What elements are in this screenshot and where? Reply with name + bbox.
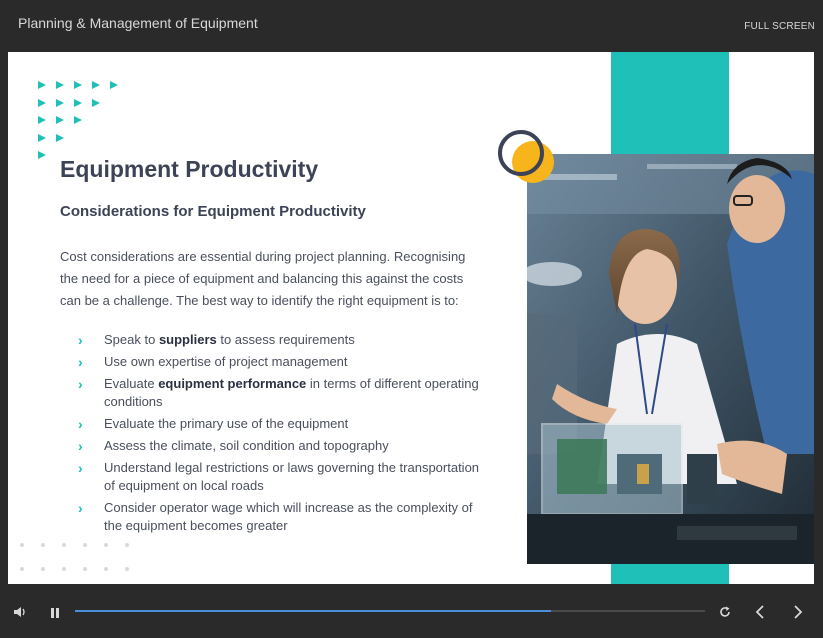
list-item: › Evaluate the primary use of the equipme… bbox=[78, 416, 349, 432]
list-item: › Assess the climate, soil condition and … bbox=[78, 438, 389, 454]
chevron-right-icon: › bbox=[78, 376, 83, 392]
list-item: › Consider operator wage which will incre… bbox=[78, 500, 473, 533]
course-title: Planning & Management of Equipment bbox=[18, 15, 258, 31]
player-controls bbox=[0, 586, 823, 638]
considerations-list: › Speak to suppliers to assess requiremen… bbox=[78, 331, 483, 539]
decorative-ring bbox=[498, 130, 544, 176]
slide-heading: Equipment Productivity bbox=[60, 156, 319, 182]
chevron-right-icon: › bbox=[78, 460, 83, 476]
volume-icon[interactable] bbox=[13, 605, 27, 624]
prev-icon[interactable] bbox=[754, 604, 766, 625]
intro-paragraph: Cost considerations are essential during… bbox=[60, 249, 466, 308]
list-item: › Understand legal restrictions or laws g… bbox=[78, 460, 480, 493]
fullscreen-button[interactable]: FULL SCREEN bbox=[744, 21, 815, 32]
decorative-arrows bbox=[38, 76, 128, 164]
progress-bar[interactable] bbox=[75, 610, 705, 612]
list-item: › Evaluate equipment performance in terms… bbox=[78, 376, 479, 409]
progress-fill bbox=[75, 610, 551, 612]
pause-icon[interactable] bbox=[50, 606, 60, 624]
decorative-teal-block bbox=[611, 52, 729, 154]
chevron-right-icon: › bbox=[78, 354, 83, 370]
chevron-right-icon: › bbox=[78, 500, 83, 516]
chevron-right-icon: › bbox=[78, 416, 83, 432]
slide-subheading: Considerations for Equipment Productivit… bbox=[60, 203, 366, 220]
chevron-right-icon: › bbox=[78, 438, 83, 454]
lab-photo bbox=[527, 154, 814, 564]
top-bar: Planning & Management of Equipment FULL … bbox=[0, 0, 823, 50]
list-item: › Use own expertise of project management bbox=[78, 354, 348, 370]
next-icon[interactable] bbox=[792, 604, 804, 625]
list-item: › Speak to suppliers to assess requiremen… bbox=[78, 332, 355, 348]
chevron-right-icon: › bbox=[78, 332, 83, 348]
replay-icon[interactable] bbox=[718, 605, 732, 624]
slide-canvas: Equipment Productivity Considerations fo… bbox=[8, 52, 814, 584]
